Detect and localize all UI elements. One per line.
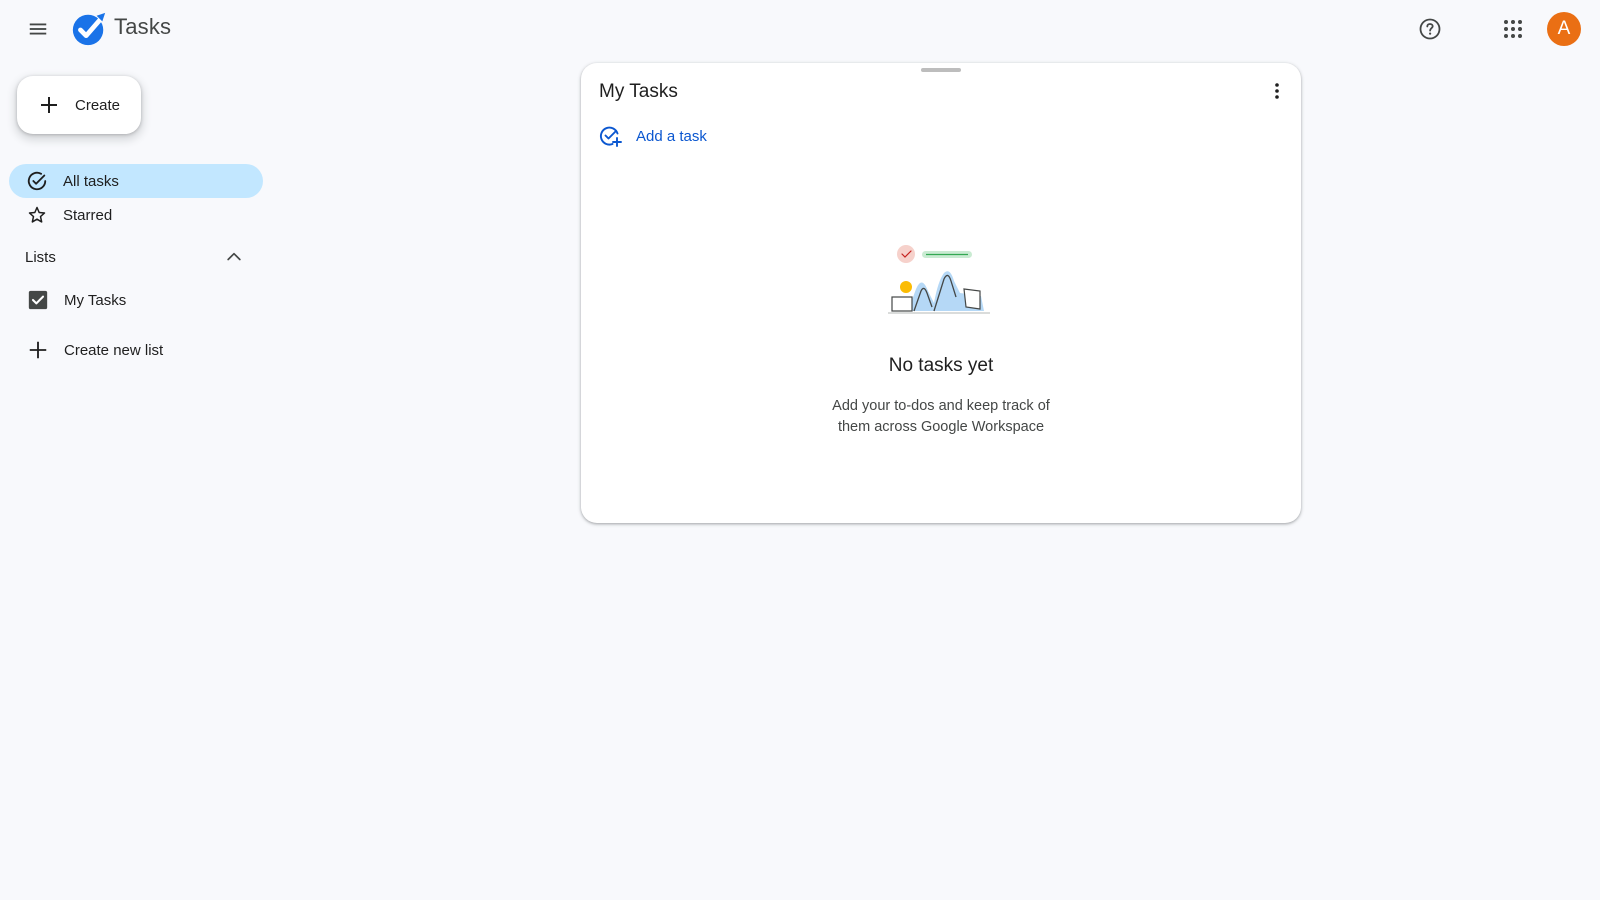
empty-state-description: Add your to-dos and keep track of them a… <box>791 396 1091 438</box>
app-title: Tasks <box>114 14 172 39</box>
list-options-button[interactable] <box>1265 79 1289 103</box>
list-item-label: My Tasks <box>64 291 127 309</box>
create-new-list-label: Create new list <box>64 341 164 359</box>
list-title: My Tasks <box>599 81 678 102</box>
list-item-my-tasks[interactable]: My Tasks <box>26 285 266 315</box>
check-circle-icon <box>26 170 48 192</box>
task-list-card: My Tasks Add a task No tasks yet Add you… <box>581 63 1301 523</box>
hamburger-menu-icon <box>29 23 47 35</box>
account-avatar[interactable]: A <box>1547 12 1581 46</box>
sidebar-item-label: Starred <box>63 206 113 224</box>
empty-state-description-line: them across Google Workspace <box>837 419 1045 435</box>
help-circle-icon <box>1419 18 1441 40</box>
plus-icon <box>41 97 57 113</box>
sidebar-item-all-tasks[interactable]: All tasks <box>9 164 263 198</box>
empty-state-title: No tasks yet <box>888 355 994 376</box>
create-button[interactable]: Create <box>17 76 141 134</box>
lists-label: Lists <box>25 248 56 266</box>
sidebar-item-starred[interactable]: Starred <box>9 198 263 232</box>
add-task-label: Add a task <box>636 127 707 145</box>
main-menu-button[interactable] <box>18 9 58 49</box>
lists-section-header[interactable]: Lists <box>25 244 247 270</box>
top-app-bar: Tasks A <box>0 0 1600 58</box>
plus-icon <box>26 338 50 362</box>
add-task-icon <box>599 126 622 147</box>
create-button-label: Create <box>75 96 121 114</box>
chevron-up-icon[interactable] <box>221 244 247 270</box>
more-vert-icon <box>1275 83 1279 99</box>
empty-state-description-line: Add your to-dos and keep track of <box>832 398 1050 414</box>
avatar-letter: A <box>1557 18 1571 39</box>
empty-tasks-illustration-icon <box>888 245 990 314</box>
drag-handle[interactable] <box>921 68 961 72</box>
tasks-logo-icon <box>72 12 106 46</box>
add-task-button[interactable]: Add a task <box>598 123 707 149</box>
checkbox-checked-icon[interactable] <box>26 288 50 312</box>
sidebar-item-label: All tasks <box>63 172 119 190</box>
google-apps-button[interactable] <box>1493 9 1533 49</box>
create-new-list-button[interactable]: Create new list <box>26 335 266 365</box>
help-button[interactable] <box>1410 9 1450 49</box>
apps-grid-icon <box>1504 20 1522 38</box>
star-outline-icon <box>26 204 48 226</box>
